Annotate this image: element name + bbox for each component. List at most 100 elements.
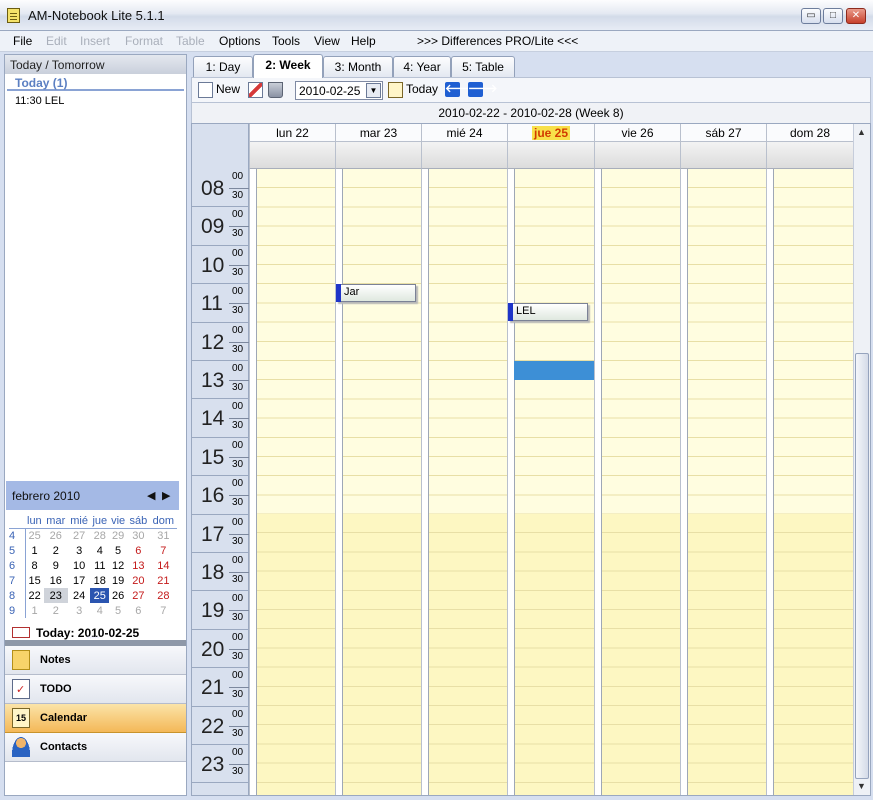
day-cell[interactable]: 23 [43,588,68,603]
day-cell[interactable]: 7 [150,543,177,558]
scrollbar-thumb[interactable] [855,353,869,779]
allday-cell[interactable] [766,142,853,169]
menu-differences-pro-lite[interactable]: >>> Differences PRO/Lite <<< [417,34,578,48]
today-event-item[interactable]: 11:30 LEL [5,91,186,107]
day-cell[interactable]: 21 [150,573,177,588]
nav-todo[interactable]: TODO [5,675,186,704]
menu-help[interactable]: Help [351,34,376,48]
menu-file[interactable]: File [13,34,32,48]
menu-tools[interactable]: Tools [272,34,300,48]
today-group-label[interactable]: Today (1) [7,74,184,91]
day-column[interactable] [421,169,507,795]
day-cell[interactable]: 14 [150,558,177,573]
day-column[interactable] [507,169,594,795]
day-cell[interactable]: 25 [25,528,44,543]
day-column[interactable] [335,169,421,795]
day-cell[interactable]: 26 [109,588,127,603]
week-number[interactable]: 4 [9,528,26,543]
day-header-mon[interactable]: lun 22 [249,124,335,142]
day-cell[interactable]: 18 [90,573,109,588]
day-cell[interactable]: 19 [109,573,127,588]
menu-table[interactable]: Table [176,34,205,48]
date-picker[interactable]: 2010-02-25 ▼ [295,81,383,100]
new-button[interactable]: New [216,82,240,96]
day-cell[interactable]: 27 [68,528,91,543]
day-column[interactable] [594,169,680,795]
nav-contacts[interactable]: Contacts [5,733,186,762]
day-header-fri[interactable]: vie 26 [594,124,680,142]
day-column[interactable] [249,169,335,795]
day-cell[interactable]: 26 [44,528,68,543]
week-number[interactable]: 8 [9,588,26,603]
time-selection[interactable] [514,361,594,380]
tab-day[interactable]: 1: Day [193,56,253,77]
day-header-sun[interactable]: dom 28 [766,124,853,142]
day-cell[interactable]: 12 [109,558,127,573]
chevron-down-icon[interactable]: ▼ [366,83,381,98]
allday-cell[interactable] [249,142,335,169]
day-cell[interactable]: 16 [44,573,68,588]
day-cell[interactable]: 1 [25,603,44,618]
tab-month[interactable]: 3: Month [323,56,393,77]
day-cell[interactable]: 28 [150,588,177,603]
day-cell-selected[interactable]: 25 [90,588,110,603]
day-cell[interactable]: 4 [90,543,109,558]
allday-cell[interactable] [507,142,594,169]
menu-options[interactable]: Options [219,34,260,48]
nav-notes[interactable]: Notes [5,646,186,675]
day-cell[interactable]: 8 [25,558,44,573]
tab-week[interactable]: 2: Week [253,54,323,78]
day-cell[interactable]: 3 [68,543,91,558]
event-lel[interactable]: LEL [508,303,588,321]
day-cell[interactable]: 2 [44,543,68,558]
scroll-down-icon[interactable]: ▼ [857,781,866,791]
arrow-right-icon[interactable]: 🡒 [468,82,498,97]
maximize-button[interactable]: □ [823,8,843,24]
day-cell[interactable]: 28 [90,528,109,543]
allday-cell[interactable] [680,142,766,169]
day-cell[interactable]: 27 [127,588,150,603]
day-cell[interactable]: 22 [25,588,44,603]
day-cell[interactable]: 4 [90,603,109,618]
week-number[interactable]: 9 [9,603,26,618]
nav-calendar[interactable]: 15 Calendar [5,704,186,733]
menu-insert[interactable]: Insert [80,34,110,48]
new-document-icon[interactable] [198,82,213,98]
day-header-tue[interactable]: mar 23 [335,124,421,142]
day-cell[interactable]: 13 [127,558,150,573]
allday-cell[interactable] [335,142,421,169]
day-cell[interactable]: 29 [109,528,127,543]
day-cell[interactable]: 20 [127,573,150,588]
day-cell[interactable]: 5 [109,603,127,618]
day-cell[interactable]: 31 [150,528,177,543]
day-cell[interactable]: 10 [68,558,91,573]
menu-edit[interactable]: Edit [46,34,67,48]
prev-month-icon[interactable]: ◀ [147,489,155,502]
day-cell[interactable]: 5 [109,543,127,558]
menu-format[interactable]: Format [125,34,163,48]
day-column[interactable] [766,169,853,795]
tab-year[interactable]: 4: Year [393,56,451,77]
trash-icon[interactable] [268,82,283,98]
day-cell[interactable]: 1 [25,543,44,558]
arrow-left-icon[interactable]: 🡐 [445,82,475,97]
event-jar[interactable]: Jar [336,284,416,302]
week-number[interactable]: 5 [9,543,26,558]
vertical-scrollbar[interactable]: ▲ ▼ [853,124,870,795]
day-cell[interactable]: 3 [68,603,91,618]
next-month-icon[interactable]: ▶ [162,489,170,502]
today-button[interactable]: Today [406,82,438,96]
day-cell[interactable]: 30 [127,528,150,543]
allday-cell[interactable] [594,142,680,169]
day-cell[interactable]: 24 [68,588,91,603]
allday-cell[interactable] [421,142,507,169]
day-header-wed[interactable]: mié 24 [421,124,507,142]
day-cell[interactable]: 15 [25,573,44,588]
close-button[interactable]: ✕ [846,8,866,24]
scroll-up-icon[interactable]: ▲ [857,127,866,137]
tab-table[interactable]: 5: Table [451,56,515,77]
day-cell[interactable]: 6 [127,543,150,558]
day-cell[interactable]: 9 [44,558,68,573]
day-cell[interactable]: 7 [150,603,177,618]
day-header-thu[interactable]: jue 25 [507,124,594,142]
